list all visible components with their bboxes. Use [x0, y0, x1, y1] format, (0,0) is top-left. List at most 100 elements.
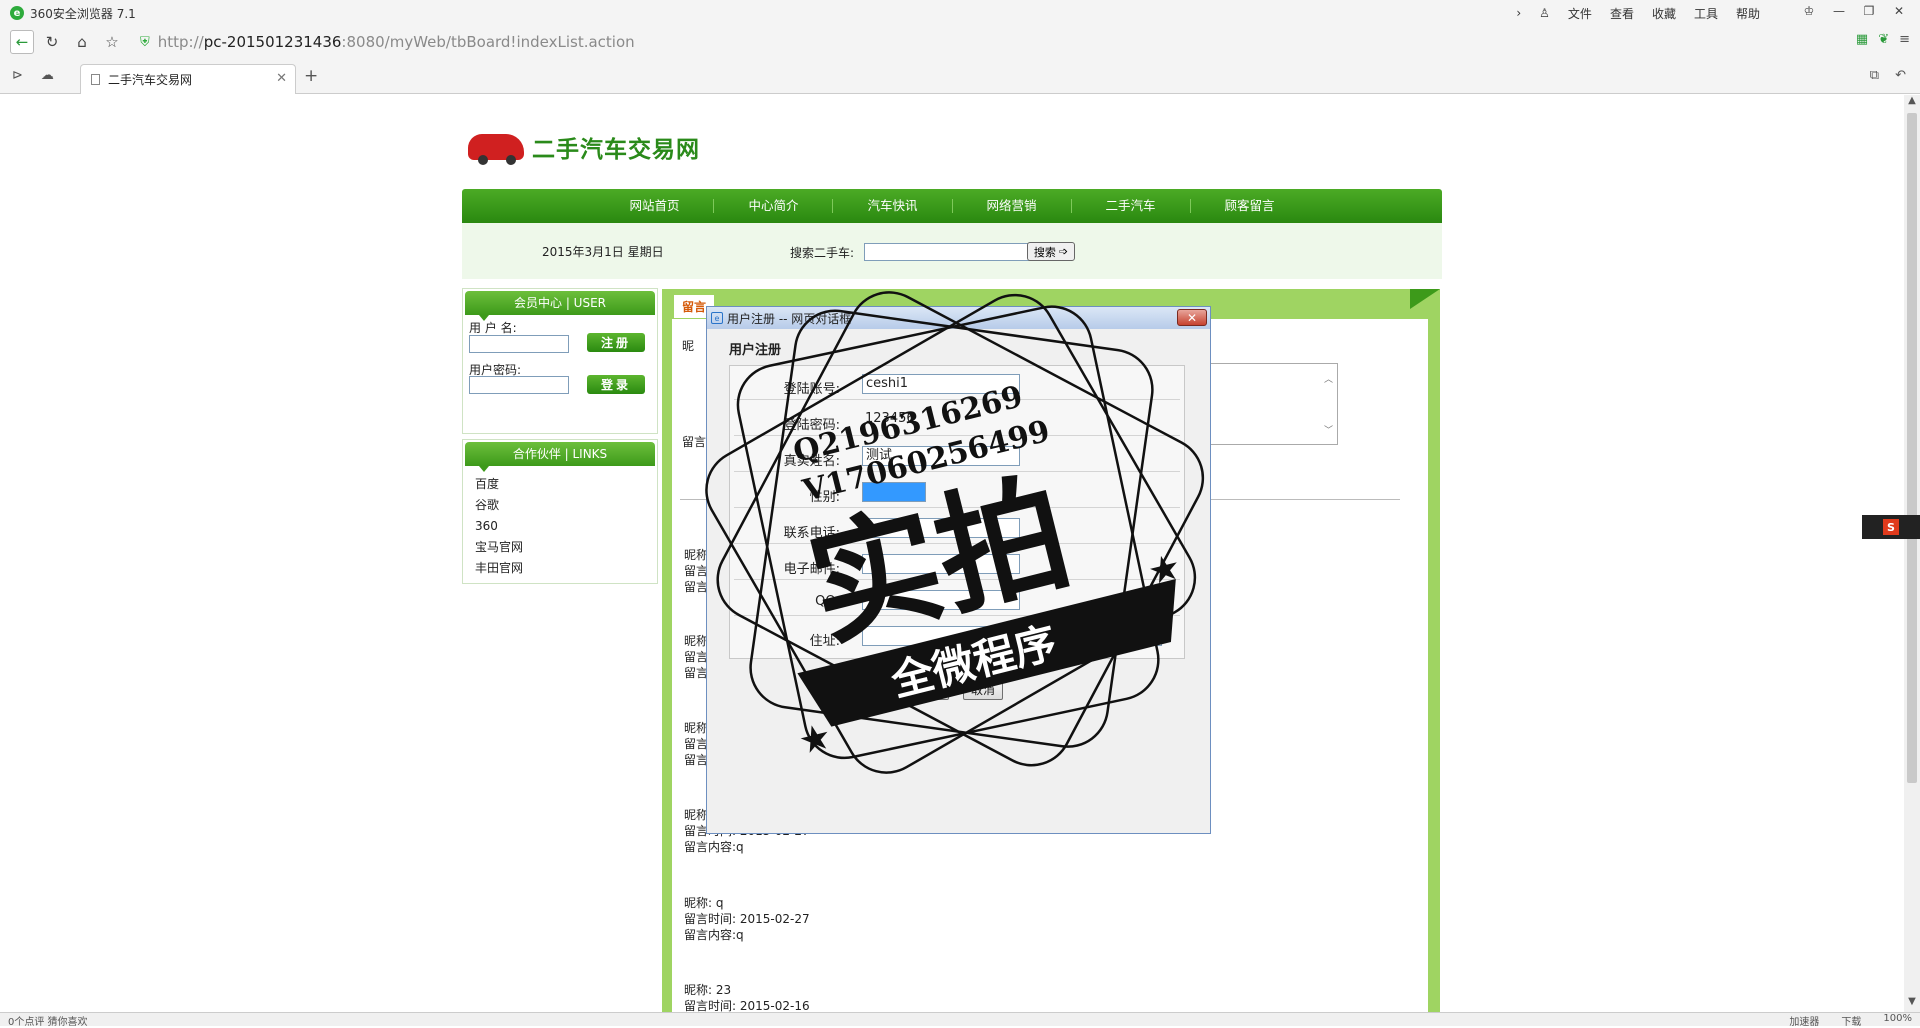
scroll-down-arrow-icon[interactable]: ▼ [1904, 996, 1920, 1012]
tab-close-icon[interactable]: ✕ [276, 71, 287, 86]
cloud-icon[interactable]: ☁ [41, 68, 54, 83]
email-input[interactable] [862, 554, 1020, 574]
username-label: 用 户 名: [469, 321, 517, 335]
menu-favorites[interactable]: 收藏 [1652, 5, 1676, 22]
menu-expand-icon[interactable]: › [1516, 6, 1521, 20]
document-icon [91, 74, 100, 85]
back-icon[interactable]: ← [10, 30, 34, 54]
shield-icon: ⛨ [140, 34, 150, 50]
password-field-input[interactable]: 123456 [862, 410, 1020, 430]
leaf-icon[interactable]: ❦ [1878, 32, 1889, 47]
link-360[interactable]: 360 [475, 516, 657, 537]
url-rest: :8080/myWeb/tbBoard!indexList.action [341, 33, 635, 51]
nav-about[interactable]: 中心简介 [714, 199, 834, 213]
form-row-phone: 联系电话: [734, 514, 1180, 544]
refresh-icon[interactable]: ↻ [40, 30, 64, 54]
menu-help[interactable]: 帮助 [1736, 5, 1760, 22]
address-input[interactable] [862, 626, 1162, 646]
new-tab-icon[interactable]: + [304, 66, 318, 86]
maximize-icon[interactable]: ❐ [1856, 2, 1882, 20]
form-row-account: 登陆账号: ceshi1 [734, 370, 1180, 400]
tab-current[interactable]: 二手汽车交易网 ✕ [80, 64, 296, 94]
msg-line: 留言时间: 2015-02-16 [684, 999, 810, 1012]
account-input[interactable]: ceshi1 [862, 374, 1020, 394]
window-controls: ♔ — ❐ ✕ [1796, 2, 1912, 20]
status-bar: 0个点评 猜你喜欢 加速器 下载 100% [0, 1012, 1920, 1028]
scroll-up-arrow-icon[interactable]: ▲ [1904, 95, 1920, 111]
site-logo[interactable]: 二手汽车交易网 [468, 130, 700, 165]
current-date: 2015年3月1日 星期日 [542, 245, 664, 259]
scroll-down-icon[interactable]: ﹀ [1324, 423, 1333, 436]
username-input[interactable] [469, 335, 569, 353]
nick-label: 昵 [682, 339, 695, 353]
gender-select[interactable] [862, 482, 926, 502]
phone-input[interactable] [862, 518, 1020, 538]
password-input[interactable] [469, 376, 569, 394]
minimize-icon[interactable]: — [1826, 2, 1852, 20]
links-title: 合作伙伴 | LINKS [465, 442, 655, 472]
ime-toolbar[interactable]: S [1862, 515, 1920, 539]
menu-tools[interactable]: 工具 [1694, 5, 1718, 22]
scroll-up-icon[interactable]: ︿ [1324, 372, 1333, 385]
dialog-titlebar[interactable]: e 用户注册 -- 网页对话框 [707, 307, 1210, 329]
realname-input[interactable]: 测试 [862, 446, 1020, 466]
menu-view[interactable]: 查看 [1610, 5, 1634, 22]
page-scrollbar[interactable]: ▲ ▼ [1904, 95, 1920, 1012]
nav-used-cars[interactable]: 二手汽车 [1072, 199, 1191, 213]
link-toyota[interactable]: 丰田官网 [475, 558, 657, 579]
account-label: 登陆账号: [783, 382, 840, 397]
address-tools: ▦ ❦ ≡ [1856, 32, 1910, 47]
form-title: 用户注册 [729, 343, 782, 358]
skin-icon[interactable]: ♔ [1796, 2, 1822, 20]
star-icon[interactable]: ☆ [100, 30, 124, 54]
search-button[interactable]: 搜索 ➩ [1027, 242, 1075, 261]
msg-line: 留言时间: 2015-02-27 [684, 912, 810, 926]
home-icon[interactable]: ⌂ [70, 30, 94, 54]
panel-corner [1410, 289, 1440, 309]
link-bmw[interactable]: 宝马官网 [475, 537, 657, 558]
qq-input[interactable] [862, 590, 1020, 610]
qr-icon[interactable]: ▦ [1856, 32, 1868, 47]
close-window-icon[interactable]: ✕ [1886, 2, 1912, 20]
search-input[interactable] [864, 243, 1054, 261]
info-bar: 2015年3月1日 星期日 搜索二手车: 搜索 ➩ [462, 223, 1442, 279]
site-name: 二手汽车交易网 [532, 137, 700, 163]
browser-app-title: 360安全浏览器 7.1 [30, 6, 136, 21]
form-row-realname: 真实姓名: 测试 [734, 442, 1180, 472]
url-field[interactable]: ⛨ http://pc-201501231436:8080/myWeb/tbBo… [140, 30, 1840, 54]
list-item: 昵称: 23 留言时间: 2015-02-16 [684, 982, 810, 1012]
dialog-close-icon[interactable]: ✕ [1177, 309, 1207, 326]
form-row-address: 住址: [734, 622, 1180, 652]
message-textarea[interactable]: ︿ ﹀ [1202, 363, 1338, 445]
browser-titlebar: e 360安全浏览器 7.1 › ♙ 文件 查看 收藏 工具 帮助 ♔ — ❐ … [0, 0, 1920, 26]
cancel-button[interactable]: 取消 [963, 679, 1003, 700]
links-list: 百度 谷歌 360 宝马官网 丰田官网 [475, 474, 657, 579]
link-google[interactable]: 谷歌 [475, 495, 657, 516]
address-menu-icon[interactable]: ≡ [1899, 32, 1910, 47]
tab-title: 二手汽车交易网 [108, 73, 193, 87]
msg-line: 昵称: 23 [684, 983, 732, 997]
nav-news[interactable]: 汽车快讯 [833, 199, 953, 213]
tab-bar: ⊳ ☁ 二手汽车交易网 ✕ + ⧉ ↶ [0, 58, 1920, 94]
phone-label: 联系电话: [783, 526, 840, 541]
nav-home[interactable]: 网站首页 [595, 199, 715, 213]
link-baidu[interactable]: 百度 [475, 474, 657, 495]
submit-button[interactable]: 注册 [909, 679, 949, 700]
register-form: 登陆账号: ceshi1 登陆密码: 123456 真实姓名: 测试 性别: 联… [729, 365, 1185, 659]
scrollbar-thumb[interactable] [1907, 113, 1917, 783]
main-nav: 网站首页 中心简介 汽车快讯 网络营销 二手汽车 顾客留言 [462, 189, 1442, 223]
login-button[interactable]: 登录 [587, 375, 645, 394]
nav-marketing[interactable]: 网络营销 [953, 199, 1072, 213]
user-icon[interactable]: ♙ [1539, 6, 1550, 20]
member-center-title: 会员中心 | USER [465, 291, 655, 321]
nav-guestbook[interactable]: 顾客留言 [1191, 199, 1309, 213]
url-prefix: http:// [157, 33, 204, 51]
qq-label: QQ: [815, 594, 840, 609]
car-icon [468, 134, 524, 165]
menu-file[interactable]: 文件 [1568, 5, 1592, 22]
register-button[interactable]: 注册 [587, 333, 645, 352]
tab-list-icon[interactable]: ⧉ [1870, 68, 1879, 83]
password-field-label: 登陆密码: [783, 418, 840, 433]
sidebar-toggle-icon[interactable]: ⊳ [12, 68, 23, 83]
undo-close-icon[interactable]: ↶ [1895, 68, 1906, 83]
